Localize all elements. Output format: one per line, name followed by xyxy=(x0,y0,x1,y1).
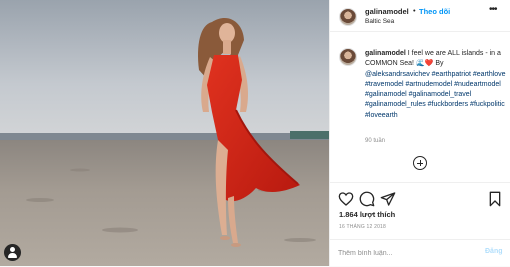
plus-circle-icon[interactable] xyxy=(413,156,427,170)
comment-bar: Đăng xyxy=(330,239,510,267)
comment-input[interactable] xyxy=(338,247,468,259)
caption-timestamp: 90 tuần xyxy=(365,138,386,144)
location-link[interactable]: Baltic Sea xyxy=(365,18,394,25)
avatar[interactable] xyxy=(339,48,357,66)
beach-scene-image xyxy=(0,0,329,266)
more-options-icon[interactable]: ••• xyxy=(489,4,497,15)
caption-emoji: 🌊❤️ xyxy=(415,60,434,68)
avatar[interactable] xyxy=(339,8,357,26)
bookmark-icon[interactable] xyxy=(487,191,503,207)
like-count[interactable]: 1.864 lượt thích xyxy=(339,210,395,219)
username-link[interactable]: galinamodel xyxy=(365,7,409,16)
caption-line2: By xyxy=(433,60,444,68)
comment-icon[interactable] xyxy=(359,191,375,207)
post-comment-button[interactable]: Đăng xyxy=(485,248,503,255)
caption-text: galinamodel I feel we are ALL islands - … xyxy=(365,49,508,121)
post-photo[interactable] xyxy=(0,0,329,266)
follow-button[interactable]: Theo dõi xyxy=(419,7,450,16)
caption-hashtags[interactable]: @aleksandrsavichev #earthpatriot #earthl… xyxy=(365,71,506,119)
instagram-post: galinamodel • Theo dõi Baltic Sea ••• ga… xyxy=(0,0,510,266)
caption-username-link[interactable]: galinamodel xyxy=(365,50,406,57)
separator-dot: • xyxy=(413,6,416,15)
post-actions: 1.864 lượt thích 16 THÁNG 12 2018 Đăng xyxy=(330,182,510,266)
post-sidebar: galinamodel • Theo dõi Baltic Sea ••• ga… xyxy=(329,0,510,266)
post-date: 16 THÁNG 12 2018 xyxy=(339,224,387,230)
post-header: galinamodel • Theo dõi Baltic Sea ••• xyxy=(330,0,510,32)
user-icon[interactable] xyxy=(4,244,21,261)
heart-icon[interactable] xyxy=(338,191,354,207)
share-icon[interactable] xyxy=(380,191,396,207)
